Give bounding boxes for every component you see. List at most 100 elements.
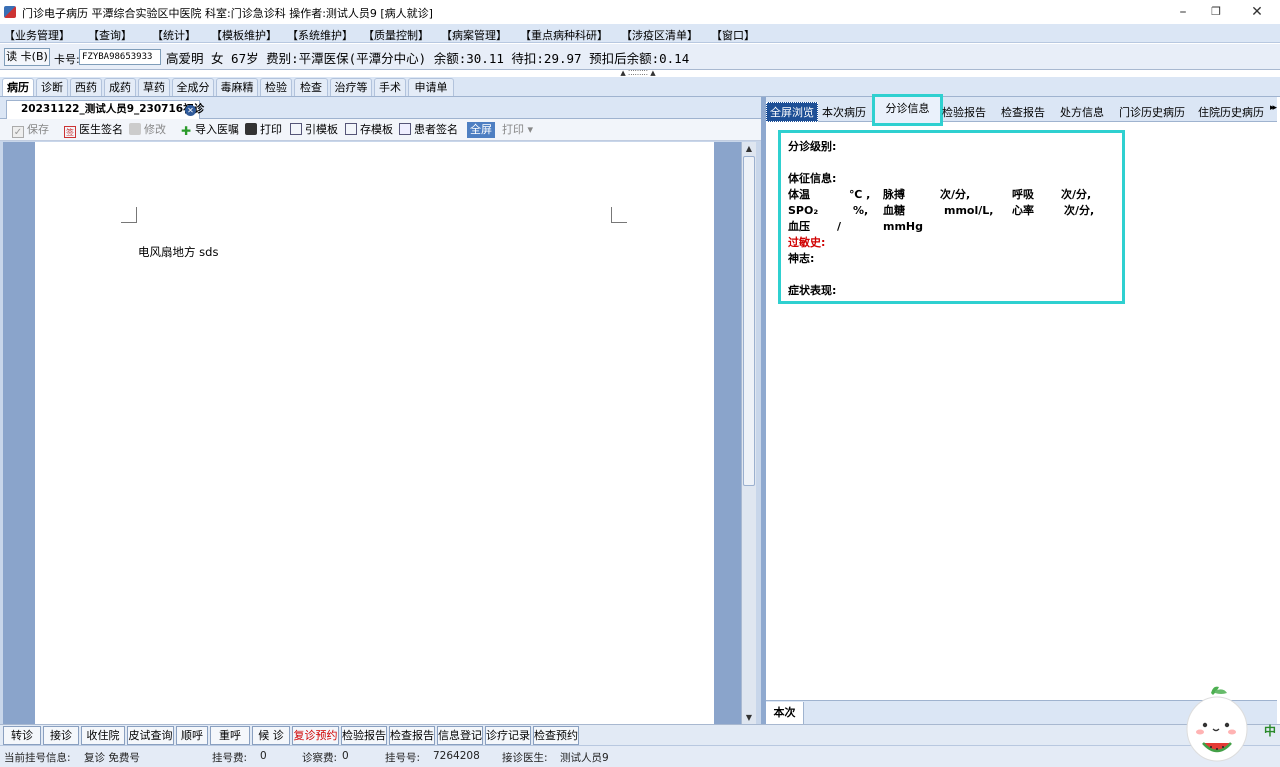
read-card-button[interactable]: 读 卡(B) [4, 48, 50, 66]
document-page[interactable]: 电风扇地方 sds [35, 142, 714, 724]
resp-label: 呼吸 [1012, 188, 1034, 201]
tab-lab-test[interactable]: 检验 [260, 78, 292, 96]
skin-test-button[interactable]: 皮试查询 [127, 726, 174, 745]
follow-up-appointment-button[interactable]: 复诊预约 [292, 726, 339, 745]
status-bar: 当前挂号信息: 复诊 免费号 挂号费: 0 诊察费: 0 挂号号: 726420… [0, 745, 1280, 767]
admit-button[interactable]: 收住院 [81, 726, 125, 745]
waiting-button[interactable]: 候 诊 [252, 726, 290, 745]
save-button[interactable]: ✓ 保存 [12, 122, 49, 138]
ime-indicator[interactable]: 中 [1264, 722, 1276, 739]
bp-label: 血压 [788, 220, 810, 233]
tab-application[interactable]: 申请单 [408, 78, 454, 96]
recall-button[interactable]: 重呼 [210, 726, 250, 745]
save-template-button[interactable]: 存模板 [345, 122, 393, 138]
sign-icon: 签 [64, 126, 76, 138]
tab-narcotics[interactable]: 毒麻精 [216, 78, 258, 96]
restore-button[interactable]: ❐ [1197, 2, 1235, 22]
tab-exam-report[interactable]: 检查报告 [1001, 104, 1045, 120]
import-order-button[interactable]: ✚ 导入医嘱 [180, 122, 239, 138]
fullscreen-button[interactable]: 全屏 [467, 122, 495, 138]
menu-quality[interactable]: 【质量控制】 [363, 27, 429, 43]
menu-query[interactable]: 【查询】 [88, 27, 132, 43]
transfer-button[interactable]: 转诊 [3, 726, 41, 745]
tab-triage-info[interactable]: 分诊信息 [872, 94, 943, 126]
call-next-button[interactable]: 顺呼 [176, 726, 208, 745]
window-title: 门诊电子病历 平潭综合实验区中医院 科室:门诊急诊科 操作者:测试人员9 [病人… [22, 7, 433, 20]
menu-statistics[interactable]: 【统计】 [152, 27, 196, 43]
temp-unit: ℃ , [849, 188, 871, 201]
tab-lab-report[interactable]: 检验报告 [942, 104, 986, 120]
splitter-grip[interactable]: ▲ ⁚⁚⁚⁚⁚⁚⁚⁚⁚ ▲ [608, 70, 668, 77]
info-tab-bar: 全屏浏览 本次病历 分诊信息 检验报告 检查报告 处方信息 门诊历史病历 住院历… [766, 94, 1277, 126]
tab-patent-medicine[interactable]: 成药 [104, 78, 136, 96]
lab-report-button[interactable]: 检验报告 [341, 726, 387, 745]
action-button-bar: 转诊 接诊 收住院 皮试查询 顺呼 重呼 候 诊 复诊预约 检验报告 检查报告 … [0, 724, 1280, 745]
doctor-sign-button[interactable]: 签医生签名 [64, 122, 123, 138]
tab-inpatient-history[interactable]: 住院历史病历 [1198, 104, 1264, 120]
menu-template[interactable]: 【模板维护】 [211, 27, 277, 43]
cite-template-button[interactable]: 引模板 [290, 122, 338, 138]
menu-records[interactable]: 【病案管理】 [441, 27, 507, 43]
mascot-icon[interactable] [1185, 683, 1249, 763]
print-button[interactable]: 打印 [245, 122, 282, 138]
pulse-unit: 次/分, [940, 188, 971, 201]
tab-medical-record[interactable]: 病历 [2, 78, 34, 96]
more-tabs-icon[interactable]: ▸▸ [1270, 103, 1277, 113]
glucose-label: 血糖 [883, 204, 905, 217]
menu-business[interactable]: 【业务管理】 [4, 27, 70, 43]
info-register-button[interactable]: 信息登记 [437, 726, 483, 745]
tab-outpatient-history[interactable]: 门诊历史病历 [1119, 104, 1185, 120]
document-tab-title: 20231122_测试人员9_230716初诊 [21, 103, 205, 115]
tab-current[interactable]: 本次 [766, 702, 804, 724]
tab-current-record[interactable]: 本次病历 [822, 104, 866, 120]
save-template-label: 存模板 [360, 123, 393, 136]
spo2-unit: %, [853, 204, 869, 217]
bp-separator: / [837, 220, 842, 233]
document-toolbar: ✓ 保存 签医生签名 修改 ✚ 导入医嘱 打印 引模板 存模板 患者签名 全屏 打印… [0, 119, 761, 141]
patient-sign-label: 患者签名 [414, 123, 458, 136]
print-dropdown-label: 打印 [502, 123, 524, 136]
document-scrollbar[interactable]: ▲ ▼ [741, 142, 756, 724]
book-icon [290, 123, 302, 135]
menu-window[interactable]: 【窗口】 [711, 27, 755, 43]
tab-surgery[interactable]: 手术 [374, 78, 406, 96]
diag-fee-value: 0 [342, 750, 349, 762]
card-number-input[interactable]: FZYBA98653933 [79, 49, 161, 65]
patient-sign-icon [399, 123, 411, 135]
title-bar: 门诊电子病历 平潭综合实验区中医院 科室:门诊急诊科 操作者:测试人员9 [病人… [0, 0, 1280, 24]
heart-rate-label: 心率 [1012, 204, 1034, 217]
print-label: 打印 [260, 123, 282, 136]
menu-epidemic[interactable]: 【涉疫区清单】 [621, 27, 698, 43]
tab-western-medicine[interactable]: 西药 [70, 78, 102, 96]
tab-herbal-medicine[interactable]: 草药 [138, 78, 170, 96]
scroll-down-icon[interactable]: ▼ [742, 711, 756, 724]
menu-research[interactable]: 【重点病种科研】 [520, 27, 608, 43]
full-preview-button[interactable]: 全屏浏览 [766, 102, 818, 122]
tab-treatment[interactable]: 治疗等 [330, 78, 372, 96]
editor-pane: 20231122_测试人员9_230716初诊 ✕ ✓ 保存 签医生签名 修改 ✚… [0, 97, 761, 724]
treatment-record-button[interactable]: 诊疗记录 [485, 726, 531, 745]
close-tab-icon[interactable]: ✕ [185, 105, 196, 116]
scroll-thumb[interactable] [743, 156, 755, 486]
menu-system[interactable]: 【系统维护】 [287, 27, 353, 43]
margin-corner-left [121, 207, 137, 223]
tab-prescription[interactable]: 处方信息 [1060, 104, 1104, 120]
close-button[interactable]: ✕ [1238, 2, 1276, 22]
chevron-down-icon: ▾ [527, 123, 534, 136]
exam-appointment-button[interactable]: 检查预约 [533, 726, 579, 745]
tab-exam[interactable]: 检查 [294, 78, 328, 96]
app-icon [4, 6, 16, 18]
patient-sign-button[interactable]: 患者签名 [399, 122, 458, 138]
document-content[interactable]: 电风扇地方 sds [138, 244, 218, 260]
document-tab[interactable]: 20231122_测试人员9_230716初诊 ✕ [6, 100, 204, 119]
tab-diagnosis[interactable]: 诊断 [36, 78, 68, 96]
scroll-up-icon[interactable]: ▲ [742, 142, 756, 155]
receive-button[interactable]: 接诊 [43, 726, 79, 745]
exam-report-button[interactable]: 检查报告 [389, 726, 435, 745]
tab-all-ingredients[interactable]: 全成分 [172, 78, 214, 96]
modify-button[interactable]: 修改 [129, 122, 166, 138]
patient-info: 高爱明 女 67岁 费别:平潭医保(平潭分中心) 余额:30.11 待扣:29.… [166, 51, 690, 66]
modify-label: 修改 [144, 123, 166, 136]
print-dropdown[interactable]: 打印 ▾ [502, 122, 533, 138]
reg-no-label: 挂号号: [385, 752, 421, 764]
